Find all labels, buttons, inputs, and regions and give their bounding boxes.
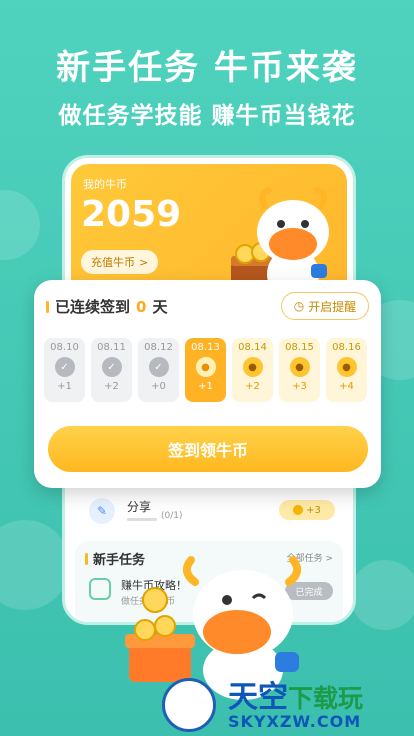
task-progress-text: (0/1) bbox=[161, 511, 183, 521]
task-progress-bar bbox=[127, 518, 157, 521]
accent-bar bbox=[85, 552, 88, 565]
signin-title: 已连续签到 0 天 bbox=[46, 296, 167, 317]
day-date: 08.10 bbox=[50, 342, 79, 353]
day-bonus: +4 bbox=[339, 381, 354, 392]
signin-day-5: 08.15 ● +3 bbox=[279, 338, 320, 402]
day-date: 08.12 bbox=[144, 342, 173, 353]
decor-bubble bbox=[350, 560, 414, 630]
signin-title-suffix: 天 bbox=[152, 298, 168, 316]
chevron-right-icon: > bbox=[139, 255, 149, 269]
watermark-brand-b: 下载玩 bbox=[288, 684, 364, 713]
task-name: 分享 bbox=[127, 500, 152, 514]
day-bonus: +1 bbox=[57, 381, 72, 392]
coin-icon: ● bbox=[289, 357, 310, 377]
signin-card: 已连续签到 0 天 ◷ 开启提醒 08.10 ✓ +1 08.11 ✓ +2 08.12 ✓ +… bbox=[34, 280, 381, 488]
day-date: 08.11 bbox=[97, 342, 126, 353]
recharge-button[interactable]: 充值牛币 > bbox=[81, 250, 159, 274]
clock-icon: ◷ bbox=[293, 299, 305, 313]
site-logo-icon bbox=[162, 678, 216, 732]
day-bonus: +1 bbox=[198, 381, 213, 392]
task-list-icon bbox=[89, 578, 111, 600]
check-icon: ✓ bbox=[101, 357, 122, 377]
signin-day-1: 08.11 ✓ +2 bbox=[91, 338, 132, 402]
coin-label: 我的牛币 bbox=[83, 178, 127, 191]
coin-icon: ● bbox=[195, 357, 216, 377]
headline-subtitle: 做任务学技能 赚牛币当钱花 bbox=[58, 103, 356, 129]
remind-label: 开启提醒 bbox=[308, 299, 357, 314]
signin-day-6: 08.16 ● +4 bbox=[326, 338, 367, 402]
decor-bubble bbox=[0, 190, 40, 260]
day-bonus: +2 bbox=[245, 381, 260, 392]
coin-icon: ● bbox=[242, 357, 263, 377]
day-date: 08.13 bbox=[191, 342, 220, 353]
signin-day-list: 08.10 ✓ +1 08.11 ✓ +2 08.12 ✓ +0 08.13 ● +1 08.14 ● +2… bbox=[44, 338, 367, 402]
recharge-label: 充值牛币 bbox=[91, 256, 135, 269]
sign-in-button[interactable]: 签到领牛币 bbox=[48, 426, 368, 472]
streak-count: 0 bbox=[136, 297, 147, 316]
watermark-title: 天空下载玩 bbox=[228, 672, 363, 716]
task-reward-button[interactable]: +3 bbox=[279, 500, 335, 520]
signin-title-prefix: 已连续签到 bbox=[55, 298, 131, 316]
watermark-brand-a: 天空 bbox=[228, 680, 288, 715]
day-date: 08.16 bbox=[332, 342, 361, 353]
enable-reminder-button[interactable]: ◷ 开启提醒 bbox=[281, 292, 369, 320]
coin-icon bbox=[293, 505, 304, 515]
signin-day-3[interactable]: 08.13 ● +1 bbox=[185, 338, 226, 402]
task-reward-value: +3 bbox=[306, 504, 321, 516]
day-bonus: +0 bbox=[151, 381, 166, 392]
signin-day-2: 08.12 ✓ +0 bbox=[138, 338, 179, 402]
coin-icon: ● bbox=[336, 357, 357, 377]
watermark-domain: SKYXZW.COM bbox=[228, 712, 362, 731]
coin-value: 2059 bbox=[81, 194, 182, 235]
day-date: 08.14 bbox=[238, 342, 267, 353]
signin-day-4: 08.14 ● +2 bbox=[232, 338, 273, 402]
check-icon: ✓ bbox=[148, 357, 169, 377]
accent-bar bbox=[46, 300, 49, 313]
screen: 新手任务 牛币来袭 做任务学技能 赚牛币当钱花 我的牛币 2059 充值牛币 > bbox=[0, 0, 414, 736]
edit-icon: ✎ bbox=[89, 498, 115, 524]
share-task-row: ✎ 分享 (0/1) +3 bbox=[83, 496, 341, 536]
day-date: 08.15 bbox=[285, 342, 314, 353]
signin-day-0: 08.10 ✓ +1 bbox=[44, 338, 85, 402]
check-icon: ✓ bbox=[54, 357, 75, 377]
site-watermark: 天空下载玩 SKYXZW.COM bbox=[152, 668, 414, 736]
headline-title: 新手任务 牛币来袭 bbox=[56, 48, 358, 88]
day-bonus: +3 bbox=[292, 381, 307, 392]
decor-bubble bbox=[0, 520, 70, 610]
day-bonus: +2 bbox=[104, 381, 119, 392]
